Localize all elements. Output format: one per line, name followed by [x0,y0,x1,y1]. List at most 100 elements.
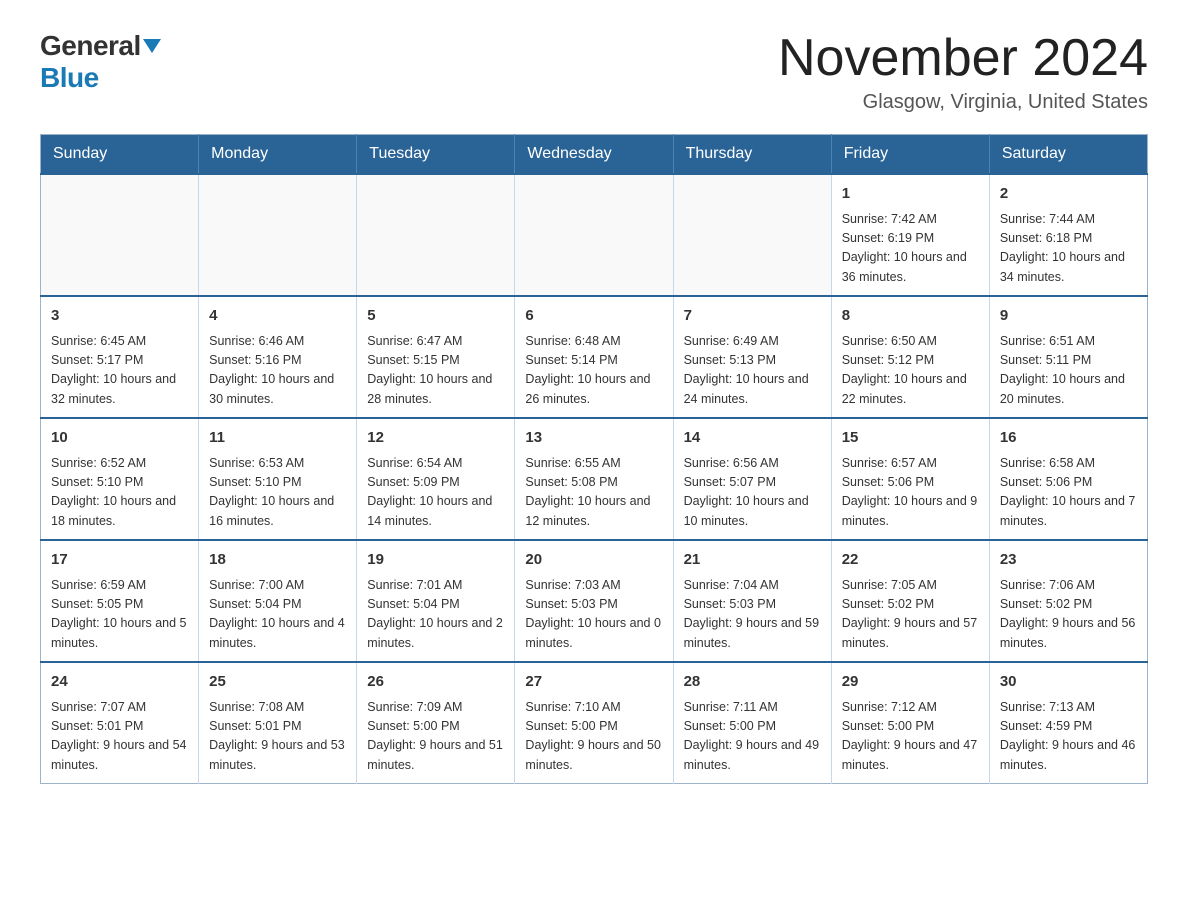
calendar-table: SundayMondayTuesdayWednesdayThursdayFrid… [40,134,1148,784]
logo: General Blue [40,30,161,94]
day-header-tuesday: Tuesday [357,135,515,175]
day-header-friday: Friday [831,135,989,175]
day-info: Sunrise: 7:07 AM Sunset: 5:01 PM Dayligh… [51,698,188,776]
day-info: Sunrise: 6:51 AM Sunset: 5:11 PM Dayligh… [1000,332,1137,410]
day-header-sunday: Sunday [41,135,199,175]
calendar-cell: 14Sunrise: 6:56 AM Sunset: 5:07 PM Dayli… [673,418,831,540]
calendar-cell: 7 Sunrise: 6:49 AM Sunset: 5:13 PM Daylig… [673,296,831,418]
day-number: 15 [842,427,979,450]
calendar-cell: 25 Sunrise: 7:08 AM Sunset: 5:01 PM Dayli… [199,662,357,784]
day-number: 23 [1000,549,1137,572]
calendar-week-1: 1Sunrise: 7:42 AM Sunset: 6:19 PM Daylig… [41,174,1148,296]
day-info: Sunrise: 6:53 AM Sunset: 5:10 PM Dayligh… [209,454,346,532]
calendar-cell: 27 Sunrise: 7:10 AM Sunset: 5:00 PM Dayli… [515,662,673,784]
day-number: 13 [525,427,662,450]
day-info: Sunrise: 6:54 AM Sunset: 5:09 PM Dayligh… [367,454,504,532]
day-number: 7 [684,305,821,328]
day-header-wednesday: Wednesday [515,135,673,175]
calendar-cell: 21Sunrise: 7:04 AM Sunset: 5:03 PM Dayli… [673,540,831,662]
day-number: 16 [1000,427,1137,450]
calendar-cell: 24 Sunrise: 7:07 AM Sunset: 5:01 PM Dayli… [41,662,199,784]
calendar-cell: 8 Sunrise: 6:50 AM Sunset: 5:12 PM Daylig… [831,296,989,418]
day-number: 19 [367,549,504,572]
calendar-cell: 10 Sunrise: 6:52 AM Sunset: 5:10 PM Dayli… [41,418,199,540]
calendar-cell [41,174,199,296]
day-number: 27 [525,671,662,694]
day-number: 28 [684,671,821,694]
calendar-cell: 12 Sunrise: 6:54 AM Sunset: 5:09 PM Dayli… [357,418,515,540]
day-number: 5 [367,305,504,328]
day-number: 14 [684,427,821,450]
day-number: 11 [209,427,346,450]
day-number: 2 [1000,183,1137,206]
calendar-cell: 11 Sunrise: 6:53 AM Sunset: 5:10 PM Dayli… [199,418,357,540]
calendar-cell: 4Sunrise: 6:46 AM Sunset: 5:16 PM Daylig… [199,296,357,418]
calendar-cell: 17 Sunrise: 6:59 AM Sunset: 5:05 PM Dayli… [41,540,199,662]
day-number: 3 [51,305,188,328]
day-info: Sunrise: 7:44 AM Sunset: 6:18 PM Dayligh… [1000,210,1137,288]
day-number: 17 [51,549,188,572]
page-header: General Blue November 2024 Glasgow, Virg… [40,30,1148,114]
day-info: Sunrise: 7:05 AM Sunset: 5:02 PM Dayligh… [842,576,979,654]
day-header-saturday: Saturday [989,135,1147,175]
day-info: Sunrise: 7:01 AM Sunset: 5:04 PM Dayligh… [367,576,504,654]
logo-triangle-icon [143,39,161,53]
calendar-cell: 13Sunrise: 6:55 AM Sunset: 5:08 PM Dayli… [515,418,673,540]
day-number: 12 [367,427,504,450]
day-info: Sunrise: 7:09 AM Sunset: 5:00 PM Dayligh… [367,698,504,776]
calendar-cell [357,174,515,296]
day-info: Sunrise: 6:45 AM Sunset: 5:17 PM Dayligh… [51,332,188,410]
calendar-cell [515,174,673,296]
day-info: Sunrise: 7:11 AM Sunset: 5:00 PM Dayligh… [684,698,821,776]
day-info: Sunrise: 7:12 AM Sunset: 5:00 PM Dayligh… [842,698,979,776]
day-number: 20 [525,549,662,572]
calendar-cell: 18 Sunrise: 7:00 AM Sunset: 5:04 PM Dayli… [199,540,357,662]
logo-general: General [40,30,141,62]
calendar-week-3: 10 Sunrise: 6:52 AM Sunset: 5:10 PM Dayli… [41,418,1148,540]
calendar-title: November 2024 [778,30,1148,87]
day-number: 18 [209,549,346,572]
day-info: Sunrise: 6:57 AM Sunset: 5:06 PM Dayligh… [842,454,979,532]
calendar-week-2: 3 Sunrise: 6:45 AM Sunset: 5:17 PM Daylig… [41,296,1148,418]
day-info: Sunrise: 6:48 AM Sunset: 5:14 PM Dayligh… [525,332,662,410]
calendar-cell [673,174,831,296]
day-number: 21 [684,549,821,572]
calendar-cell: 19 Sunrise: 7:01 AM Sunset: 5:04 PM Dayli… [357,540,515,662]
calendar-cell: 20Sunrise: 7:03 AM Sunset: 5:03 PM Dayli… [515,540,673,662]
day-header-monday: Monday [199,135,357,175]
day-number: 9 [1000,305,1137,328]
calendar-cell: 2 Sunrise: 7:44 AM Sunset: 6:18 PM Daylig… [989,174,1147,296]
calendar-cell: 26 Sunrise: 7:09 AM Sunset: 5:00 PM Dayli… [357,662,515,784]
day-info: Sunrise: 6:50 AM Sunset: 5:12 PM Dayligh… [842,332,979,410]
calendar-cell: 3 Sunrise: 6:45 AM Sunset: 5:17 PM Daylig… [41,296,199,418]
calendar-cell: 6Sunrise: 6:48 AM Sunset: 5:14 PM Daylig… [515,296,673,418]
calendar-week-4: 17 Sunrise: 6:59 AM Sunset: 5:05 PM Dayli… [41,540,1148,662]
calendar-cell: 5 Sunrise: 6:47 AM Sunset: 5:15 PM Daylig… [357,296,515,418]
day-info: Sunrise: 6:49 AM Sunset: 5:13 PM Dayligh… [684,332,821,410]
day-number: 24 [51,671,188,694]
day-info: Sunrise: 6:46 AM Sunset: 5:16 PM Dayligh… [209,332,346,410]
day-info: Sunrise: 6:47 AM Sunset: 5:15 PM Dayligh… [367,332,504,410]
title-block: November 2024 Glasgow, Virginia, United … [778,30,1148,114]
day-info: Sunrise: 7:00 AM Sunset: 5:04 PM Dayligh… [209,576,346,654]
calendar-cell: 29 Sunrise: 7:12 AM Sunset: 5:00 PM Dayli… [831,662,989,784]
day-info: Sunrise: 7:42 AM Sunset: 6:19 PM Dayligh… [842,210,979,288]
calendar-cell: 22 Sunrise: 7:05 AM Sunset: 5:02 PM Dayli… [831,540,989,662]
day-info: Sunrise: 6:52 AM Sunset: 5:10 PM Dayligh… [51,454,188,532]
calendar-cell: 1Sunrise: 7:42 AM Sunset: 6:19 PM Daylig… [831,174,989,296]
day-number: 10 [51,427,188,450]
day-number: 29 [842,671,979,694]
calendar-cell: 30Sunrise: 7:13 AM Sunset: 4:59 PM Dayli… [989,662,1147,784]
day-number: 22 [842,549,979,572]
day-number: 8 [842,305,979,328]
day-info: Sunrise: 7:10 AM Sunset: 5:00 PM Dayligh… [525,698,662,776]
day-info: Sunrise: 6:58 AM Sunset: 5:06 PM Dayligh… [1000,454,1137,532]
day-number: 25 [209,671,346,694]
calendar-cell [199,174,357,296]
calendar-cell: 15 Sunrise: 6:57 AM Sunset: 5:06 PM Dayli… [831,418,989,540]
day-info: Sunrise: 7:08 AM Sunset: 5:01 PM Dayligh… [209,698,346,776]
calendar-cell: 16 Sunrise: 6:58 AM Sunset: 5:06 PM Dayli… [989,418,1147,540]
day-info: Sunrise: 6:59 AM Sunset: 5:05 PM Dayligh… [51,576,188,654]
calendar-subtitle: Glasgow, Virginia, United States [778,91,1148,114]
day-number: 26 [367,671,504,694]
